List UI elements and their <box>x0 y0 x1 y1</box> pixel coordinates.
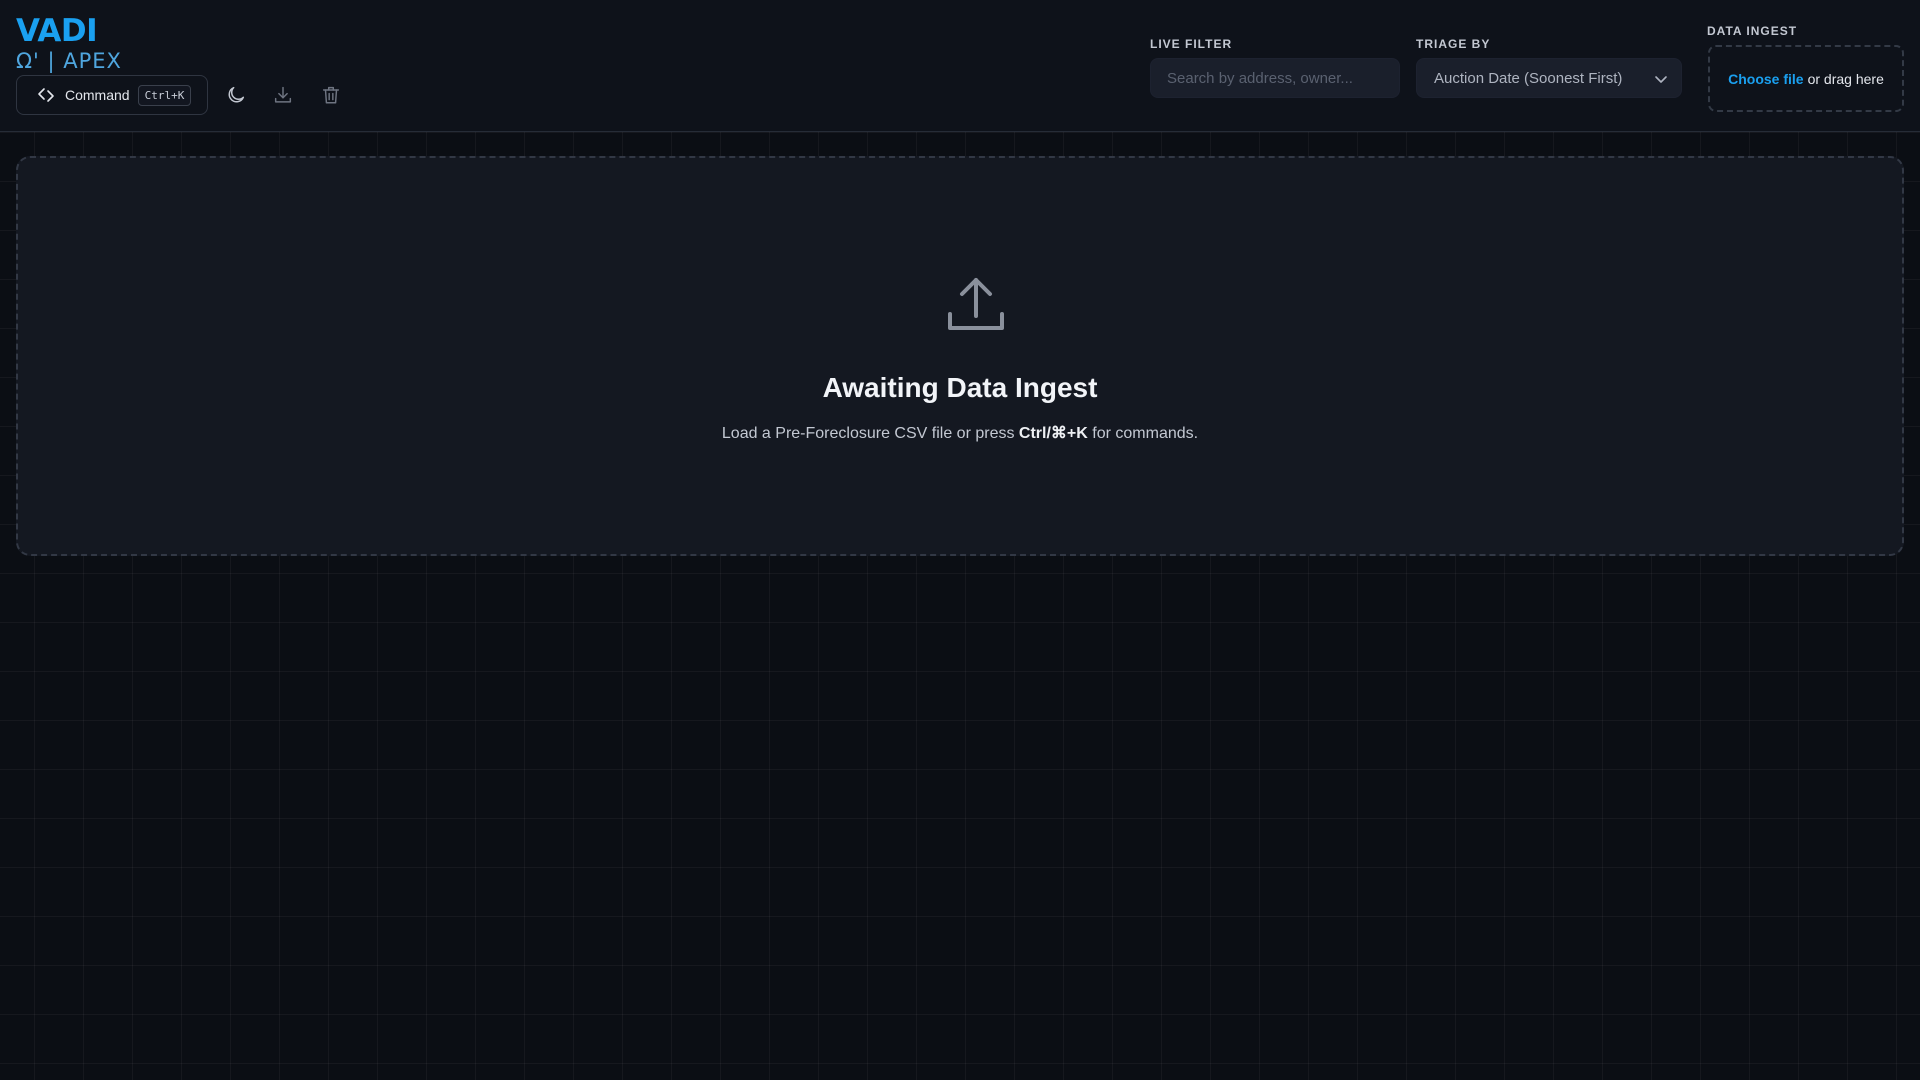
choose-file-link[interactable]: Choose file <box>1728 71 1803 87</box>
empty-state-panel[interactable]: Awaiting Data Ingest Load a Pre-Foreclos… <box>16 156 1904 556</box>
upload-icon <box>948 278 1004 330</box>
empty-desc-text: Load a Pre-Foreclosure CSV file or press <box>721 425 1015 442</box>
app-header: VADI Ω' | APEX Command Ctrl+K LIVE FILTE… <box>0 0 1920 132</box>
command-label: Command <box>65 87 130 103</box>
empty-desc-shortcut: Ctrl/⌘+K <box>1018 425 1088 442</box>
theme-toggle-button[interactable] <box>223 82 249 108</box>
file-dropzone[interactable]: Choose file or drag here <box>1708 45 1904 112</box>
empty-state-description: Load a Pre-Foreclosure CSV file or press… <box>18 423 1902 443</box>
brand-subtitle: Ω' | APEX <box>16 49 122 73</box>
data-ingest-label: DATA INGEST <box>1707 24 1798 38</box>
empty-state-title: Awaiting Data Ingest <box>822 372 1098 403</box>
moon-icon <box>228 86 245 103</box>
search-input[interactable] <box>1150 58 1400 98</box>
triage-by-label: TRIAGE BY <box>1416 37 1491 51</box>
code-icon <box>38 88 54 102</box>
brand-title: VADI <box>16 13 98 49</box>
command-shortcut: Ctrl+K <box>137 84 192 106</box>
drag-hint: or drag here <box>1807 70 1884 87</box>
chevron-down-icon <box>1655 76 1667 83</box>
triage-select[interactable]: Auction Date (Soonest First) <box>1416 58 1682 98</box>
triage-select-value: Auction Date (Soonest First) <box>1434 69 1623 87</box>
export-button[interactable] <box>270 82 296 108</box>
live-filter-label: LIVE FILTER <box>1150 37 1233 51</box>
command-palette-button[interactable]: Command Ctrl+K <box>16 75 208 115</box>
download-icon <box>274 86 292 103</box>
empty-desc-text-end: for commands. <box>1092 425 1199 442</box>
trash-icon <box>322 86 340 104</box>
clear-data-button[interactable] <box>318 82 344 108</box>
